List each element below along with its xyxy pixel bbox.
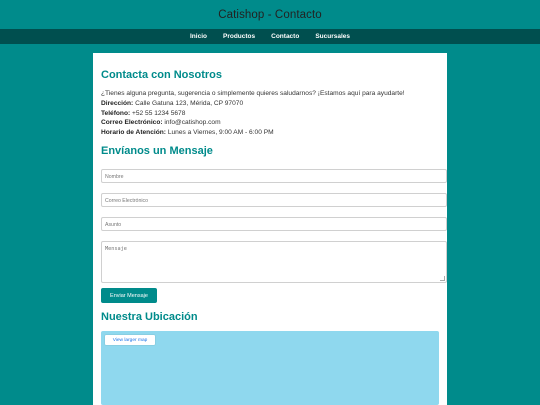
email-label: Correo Electrónico: — [101, 119, 163, 127]
contact-intro: ¿Tienes alguna pregunta, sugerencia o si… — [101, 90, 405, 97]
phone-value: +52 55 1234 5678 — [132, 109, 186, 117]
subject-field[interactable]: Asunto — [101, 217, 447, 231]
contact-info: ¿Tienes alguna pregunta, sugerencia o si… — [101, 89, 441, 138]
name-field[interactable]: Nombre — [101, 169, 447, 183]
phone-label: Teléfono: — [101, 109, 131, 117]
map-embed[interactable]: View larger map — [101, 331, 439, 405]
hours-label: Horario de Atención: — [101, 129, 166, 137]
form-heading: Envíanos un Mensaje — [101, 145, 213, 157]
resize-handle-icon[interactable] — [440, 276, 445, 281]
nav-item-sucursales[interactable]: Sucursales — [315, 33, 350, 40]
location-heading: Nuestra Ubicación — [101, 311, 198, 323]
nav-item-productos[interactable]: Productos — [223, 33, 255, 40]
hours-value: Lunes a Viernes, 9:00 AM - 6:00 PM — [167, 129, 274, 137]
send-message-button[interactable]: Enviar Mensaje — [101, 288, 157, 303]
address-line: Dirección: Calle Gatuna 123, Mérida, CP … — [101, 99, 441, 109]
contact-heading: Contacta con Nosotros — [101, 69, 223, 81]
site-header: Catishop - Contacto — [0, 0, 540, 29]
address-value: Calle Gatuna 123, Mérida, CP 97070 — [135, 99, 244, 107]
address-label: Dirección: — [101, 99, 134, 107]
email-value: info@catishop.com — [164, 119, 221, 127]
message-field[interactable]: Mensaje — [101, 241, 447, 283]
email-line: Correo Electrónico: info@catishop.com — [101, 118, 441, 128]
nav-item-inicio[interactable]: Inicio — [190, 33, 207, 40]
phone-line: Teléfono: +52 55 1234 5678 — [101, 109, 441, 119]
view-larger-map-button[interactable]: View larger map — [105, 335, 155, 345]
message-placeholder: Mensaje — [105, 246, 127, 252]
main-nav: Inicio Productos Contacto Sucursales — [0, 29, 540, 44]
email-field[interactable]: Correo Electrónico — [101, 193, 447, 207]
content-panel: Contacta con Nosotros ¿Tienes alguna pre… — [93, 53, 447, 405]
hours-line: Horario de Atención: Lunes a Viernes, 9:… — [101, 128, 441, 138]
nav-item-contacto[interactable]: Contacto — [271, 33, 299, 40]
page-title: Catishop - Contacto — [218, 8, 322, 21]
